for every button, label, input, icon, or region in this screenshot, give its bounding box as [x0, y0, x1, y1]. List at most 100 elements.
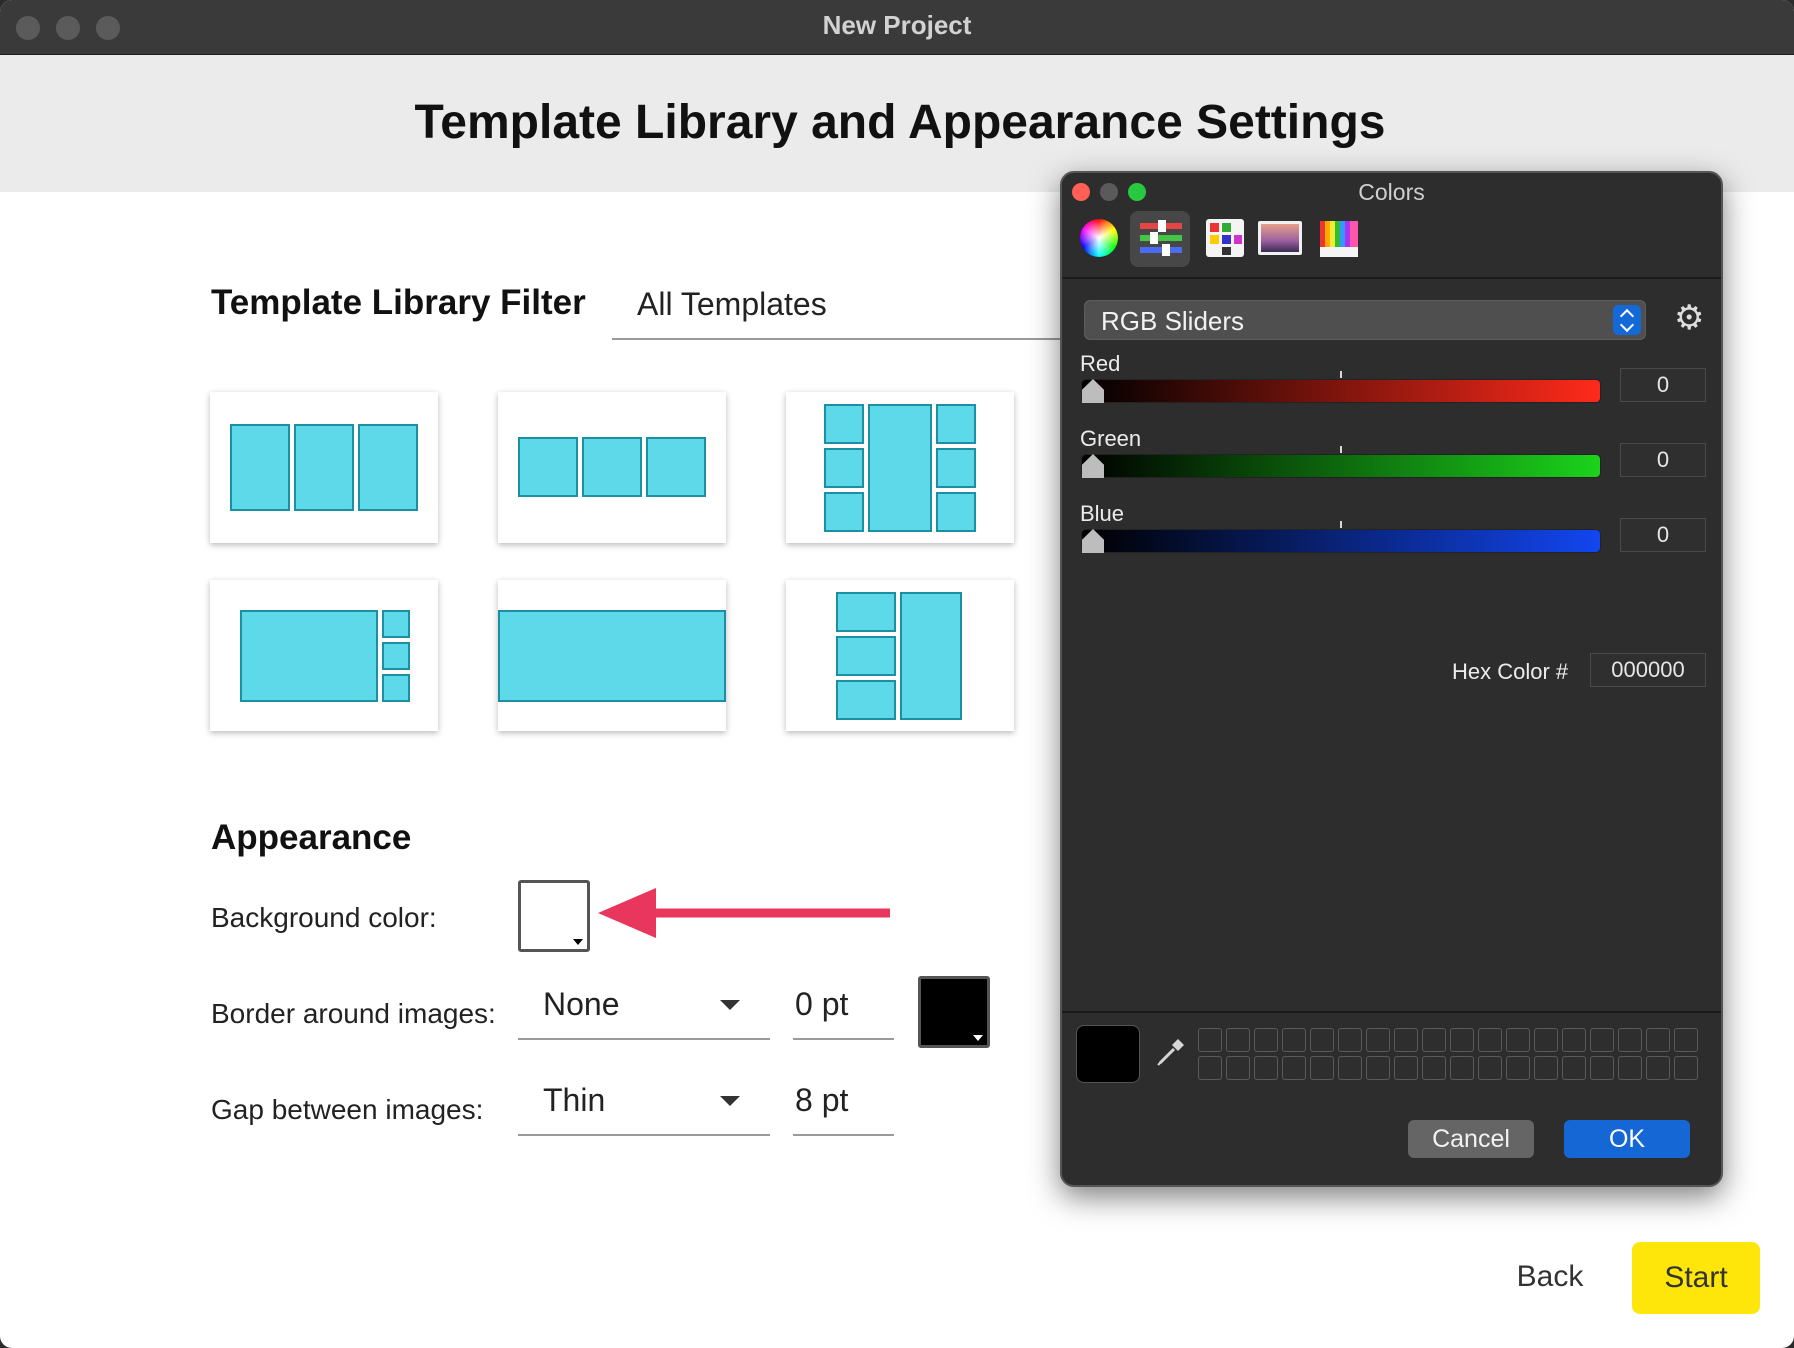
saved-color-well[interactable]	[1590, 1028, 1614, 1052]
chevron-down-icon	[973, 1035, 983, 1041]
saved-color-well[interactable]	[1198, 1028, 1222, 1052]
image-palettes-icon[interactable]	[1256, 215, 1302, 261]
red-slider[interactable]	[1081, 379, 1601, 403]
template-filter-select[interactable]: All Templates	[637, 286, 827, 323]
color-wheel-icon[interactable]	[1076, 215, 1122, 261]
saved-colors-grid[interactable]	[1198, 1028, 1698, 1080]
cancel-button[interactable]: Cancel	[1408, 1120, 1534, 1158]
ok-button[interactable]: OK	[1564, 1120, 1690, 1158]
saved-color-well[interactable]	[1254, 1028, 1278, 1052]
saved-color-well[interactable]	[1310, 1028, 1334, 1052]
saved-color-well[interactable]	[1506, 1028, 1530, 1052]
annotation-arrow	[598, 888, 890, 938]
gap-size-underline	[793, 1134, 894, 1136]
saved-color-well[interactable]	[1338, 1028, 1362, 1052]
gap-style-select[interactable]: Thin	[543, 1082, 605, 1119]
saved-color-well[interactable]	[1674, 1056, 1698, 1080]
saved-color-well[interactable]	[1478, 1056, 1502, 1080]
saved-color-well[interactable]	[1478, 1028, 1502, 1052]
template-large-left-three-right[interactable]	[210, 580, 438, 731]
saved-color-well[interactable]	[1310, 1056, 1334, 1080]
template-single-wide[interactable]	[498, 580, 726, 731]
template-filter-label: Template Library Filter	[211, 283, 586, 322]
template-three-column-short[interactable]	[498, 392, 726, 543]
saved-color-well[interactable]	[1646, 1028, 1670, 1052]
saved-color-well[interactable]	[1422, 1056, 1446, 1080]
sliders-icon[interactable]	[1130, 211, 1190, 267]
back-button[interactable]: Back	[1490, 1242, 1610, 1312]
color-mode-label: RGB Sliders	[1101, 306, 1245, 336]
template-cell	[936, 448, 976, 488]
saved-color-well[interactable]	[1450, 1056, 1474, 1080]
blue-slider[interactable]	[1081, 529, 1601, 553]
pencils-icon[interactable]	[1316, 215, 1362, 261]
blue-slider-label: Blue	[1080, 501, 1125, 526]
saved-color-well[interactable]	[1282, 1028, 1306, 1052]
saved-color-well[interactable]	[1282, 1056, 1306, 1080]
saved-color-well[interactable]	[1450, 1028, 1474, 1052]
saved-color-well[interactable]	[1254, 1056, 1278, 1080]
template-cell	[382, 610, 410, 638]
border-style-underline	[518, 1038, 770, 1040]
border-around-images-label: Border around images:	[211, 998, 496, 1029]
up-down-chevron-icon[interactable]	[1613, 305, 1641, 335]
saved-color-well[interactable]	[1618, 1028, 1642, 1052]
saved-color-well[interactable]	[1226, 1028, 1250, 1052]
saved-color-well[interactable]	[1590, 1056, 1614, 1080]
slider-tick	[1340, 371, 1342, 378]
gap-style-underline	[518, 1134, 770, 1136]
saved-color-well[interactable]	[1506, 1056, 1530, 1080]
blue-value-field[interactable]: 0	[1620, 518, 1706, 552]
saved-color-well[interactable]	[1562, 1028, 1586, 1052]
panel-divider	[1062, 277, 1721, 279]
saved-color-well[interactable]	[1198, 1056, 1222, 1080]
green-value-field[interactable]: 0	[1620, 443, 1706, 477]
template-three-column[interactable]	[210, 392, 438, 543]
color-mode-select[interactable]: RGB Sliders	[1084, 300, 1646, 340]
chevron-down-icon[interactable]	[720, 1000, 740, 1010]
saved-color-well[interactable]	[1366, 1028, 1390, 1052]
page-title: Template Library and Appearance Settings	[414, 96, 1386, 149]
hex-color-field[interactable]: 000000	[1590, 653, 1706, 687]
background-color-label: Background color:	[211, 902, 437, 933]
saved-color-well[interactable]	[1366, 1056, 1390, 1080]
gap-size-input[interactable]: 8 pt	[795, 1082, 848, 1119]
saved-color-well[interactable]	[1422, 1028, 1446, 1052]
border-style-select[interactable]: None	[543, 986, 620, 1023]
new-project-window: New Project Template Library and Appeara…	[0, 0, 1794, 1348]
template-cell	[836, 636, 896, 676]
gear-icon[interactable]: ⚙	[1674, 301, 1704, 335]
saved-color-well[interactable]	[1394, 1028, 1418, 1052]
template-cell	[230, 424, 290, 511]
gap-between-images-label: Gap between images:	[211, 1094, 484, 1125]
red-value-field[interactable]: 0	[1620, 368, 1706, 402]
chevron-down-icon[interactable]	[720, 1096, 740, 1106]
saved-color-well[interactable]	[1618, 1056, 1642, 1080]
saved-color-well[interactable]	[1226, 1056, 1250, 1080]
current-color-swatch[interactable]	[1076, 1025, 1140, 1083]
appearance-heading: Appearance	[211, 818, 412, 857]
red-slider-label: Red	[1080, 351, 1121, 376]
saved-color-well[interactable]	[1338, 1056, 1362, 1080]
saved-color-well[interactable]	[1562, 1056, 1586, 1080]
template-cell	[824, 492, 864, 532]
green-slider[interactable]	[1081, 454, 1601, 478]
background-color-well[interactable]	[518, 880, 590, 952]
template-cell	[936, 404, 976, 444]
palettes-icon[interactable]	[1202, 215, 1248, 261]
saved-color-well[interactable]	[1394, 1056, 1418, 1080]
saved-color-well[interactable]	[1534, 1056, 1558, 1080]
border-size-input[interactable]: 0 pt	[795, 986, 848, 1023]
template-cell	[836, 680, 896, 720]
saved-color-well[interactable]	[1646, 1056, 1670, 1080]
template-cell	[358, 424, 418, 511]
border-color-well[interactable]	[918, 976, 990, 1048]
saved-color-well[interactable]	[1534, 1028, 1558, 1052]
template-cell	[518, 437, 578, 497]
eyedropper-icon[interactable]	[1154, 1035, 1188, 1069]
start-button[interactable]: Start	[1632, 1242, 1760, 1314]
saved-color-well[interactable]	[1674, 1028, 1698, 1052]
colors-panel-title: Colors	[1358, 179, 1425, 205]
template-three-left-tall-right[interactable]	[786, 580, 1014, 731]
template-tall-center-six-sides[interactable]	[786, 392, 1014, 543]
